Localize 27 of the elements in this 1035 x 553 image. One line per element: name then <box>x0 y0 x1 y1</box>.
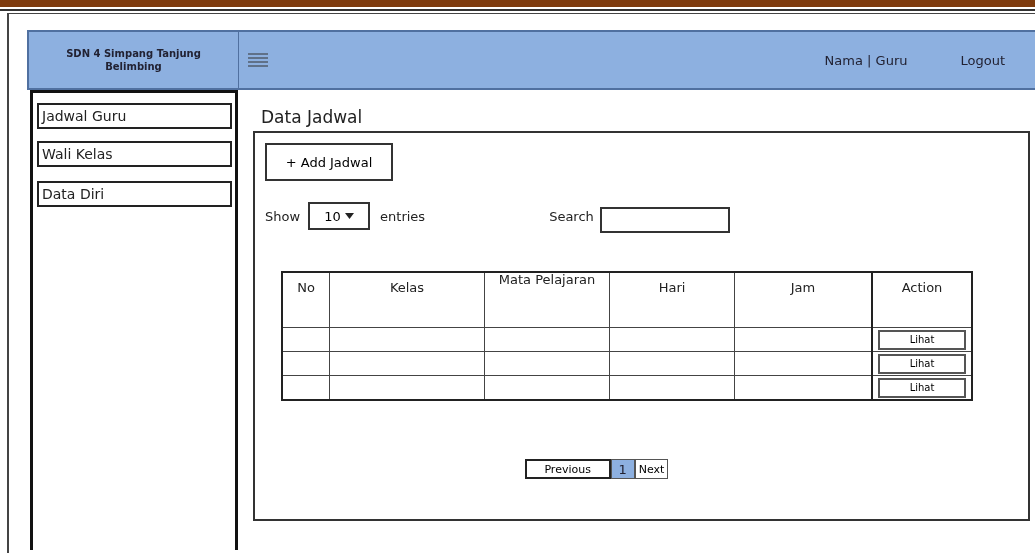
page-button[interactable]: 1 <box>610 459 635 479</box>
next-button[interactable]: Next <box>634 459 669 479</box>
table-cell <box>282 351 330 376</box>
view-button[interactable]: Lihat <box>878 329 966 350</box>
entries-select[interactable]: 10 <box>308 202 371 230</box>
sidebar-item[interactable]: Data Diri <box>37 181 232 207</box>
view-button[interactable]: Lihat <box>878 377 966 398</box>
caret-icon <box>344 213 354 219</box>
user-name: Nama | Guru <box>824 52 908 68</box>
show-label: Show <box>265 208 301 224</box>
search-field[interactable] <box>599 207 730 233</box>
previous-button[interactable]: Previous <box>524 459 611 479</box>
table-cell <box>282 327 330 352</box>
column-header: Kelas <box>329 272 485 328</box>
brand-name: SDN 4 Simpang Tanjung Belimbing <box>29 32 239 88</box>
add-button[interactable]: + Add Jadwal <box>265 143 393 181</box>
page-title: Data Jadwal <box>261 107 364 127</box>
column-header: Hari <box>609 272 735 328</box>
column-header: No <box>282 272 330 328</box>
column-header: Action <box>872 272 972 328</box>
column-header: Mata Pelajaran <box>484 272 610 328</box>
search-label: Search <box>549 208 594 224</box>
logout-link[interactable]: Logout <box>960 52 1005 68</box>
entries-label: entries <box>380 208 426 224</box>
view-button[interactable]: Lihat <box>878 353 966 374</box>
sidebar-item[interactable]: Wali Kelas <box>37 141 232 167</box>
sidebar-item[interactable]: Jadwal Guru <box>37 103 232 129</box>
